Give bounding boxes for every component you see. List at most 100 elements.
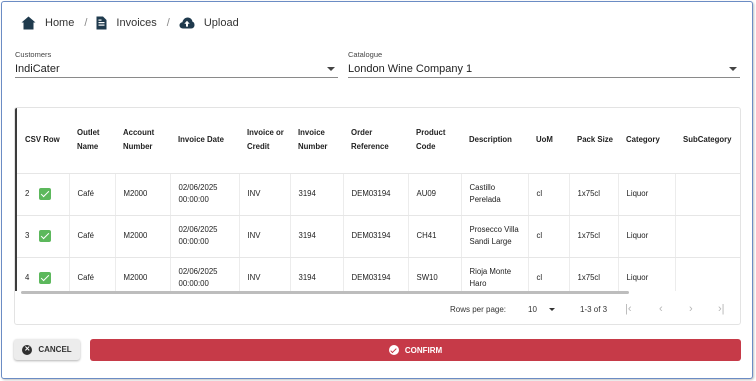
horizontal-scrollbar[interactable]: [21, 291, 629, 294]
table-cell: cl: [527, 257, 569, 291]
table-cell: Café: [68, 173, 115, 216]
column-header[interactable]: Category: [618, 108, 675, 174]
column-header[interactable]: Outlet Name: [69, 108, 115, 174]
table-cell: 02/06/2025 00:00:00: [169, 257, 239, 291]
table-cell: 3194: [289, 173, 343, 216]
table-cell: cl: [527, 173, 569, 216]
pagination-range: 1-3 of 3: [580, 305, 608, 314]
table-cell: CH41: [407, 215, 461, 258]
column-header[interactable]: Description: [461, 108, 528, 174]
customers-select[interactable]: Customers IndiCater: [15, 50, 338, 78]
confirm-button[interactable]: CONFIRM: [90, 339, 741, 361]
rows-per-page-label: Rows per page:: [450, 305, 507, 314]
csv-row-cell: 4: [17, 257, 69, 291]
pagination: Rows per page: 10 1-3 of 3 |‹ ‹ › ›|: [15, 300, 740, 322]
table-cell: INV: [238, 173, 290, 216]
next-page-icon[interactable]: ›: [689, 303, 693, 315]
invoice-table-card: CSV Row Outlet Name Account Number Invoi…: [14, 107, 741, 325]
column-header[interactable]: Product Code: [408, 108, 461, 174]
table-cell: M2000: [114, 257, 170, 291]
table-cell: Liquor: [617, 215, 675, 258]
catalogue-select-value: London Wine Company 1: [348, 63, 473, 75]
chevron-down-icon[interactable]: [549, 308, 555, 311]
breadcrumb-invoices-label: Invoices: [116, 17, 157, 29]
table-cell: 1x75cl: [568, 257, 618, 291]
column-header[interactable]: Invoice Date: [170, 108, 239, 174]
table-row: 4 Café M2000 02/06/2025 00:00:00 INV 319…: [17, 257, 740, 291]
cancel-button-label: CANCEL: [38, 345, 72, 354]
table-row: 3 Café M2000 02/06/2025 00:00:00 INV 319…: [17, 215, 740, 258]
row-checkbox[interactable]: [39, 187, 51, 200]
customers-select-value: IndiCater: [15, 63, 60, 75]
csv-row-cell: 2: [17, 173, 69, 216]
table-cell: [674, 257, 740, 291]
column-header[interactable]: CSV Row: [17, 108, 69, 174]
cloud-upload-icon: [179, 17, 195, 29]
column-header[interactable]: Order Reference: [343, 108, 408, 174]
invoice-icon: [96, 16, 107, 30]
breadcrumb-separator: /: [166, 17, 170, 29]
table-cell: Prosecco Villa Sandi Large: [460, 215, 528, 258]
table-cell: INV: [238, 257, 290, 291]
catalogue-select-label: Catalogue: [348, 50, 383, 59]
column-header[interactable]: Account Number: [115, 108, 170, 174]
column-header[interactable]: UoM: [528, 108, 569, 174]
table-cell: Rioja Monte Haro: [460, 257, 528, 291]
table-header-row: CSV Row Outlet Name Account Number Invoi…: [17, 108, 740, 174]
check-circle-icon: [388, 345, 399, 355]
table-cell: 1x75cl: [568, 215, 618, 258]
table-cell: [674, 173, 740, 216]
table-cell: Café: [68, 215, 115, 258]
breadcrumb-separator: /: [84, 17, 88, 29]
table-cell: Liquor: [617, 173, 675, 216]
table-cell: INV: [238, 215, 290, 258]
csv-row-number: 4: [25, 273, 30, 283]
rows-per-page-select[interactable]: 10: [528, 305, 537, 314]
column-header[interactable]: SubCategory: [675, 108, 740, 174]
cancel-button[interactable]: ✕ CANCEL: [14, 339, 80, 360]
table-cell: [674, 215, 740, 258]
table-cell: cl: [527, 215, 569, 258]
invoice-lines-table: CSV Row Outlet Name Account Number Invoi…: [17, 108, 740, 291]
last-page-icon[interactable]: ›|: [718, 303, 725, 315]
table-cell: M2000: [114, 215, 170, 258]
breadcrumb-invoices[interactable]: Invoices: [96, 16, 157, 30]
table-row: 2 Café M2000 02/06/2025 00:00:00 INV 319…: [17, 173, 740, 216]
breadcrumb: Home / Invoices / Upload: [21, 14, 239, 32]
column-header[interactable]: Invoice Number: [290, 108, 343, 174]
csv-row-cell: 3: [17, 215, 69, 258]
table-cell: 3194: [289, 215, 343, 258]
dropdown-arrow-icon[interactable]: [729, 67, 737, 71]
table-cell: 3194: [289, 257, 343, 291]
table-scroll-area[interactable]: CSV Row Outlet Name Account Number Invoi…: [17, 108, 740, 291]
confirm-button-label: CONFIRM: [404, 345, 443, 355]
row-checkbox[interactable]: [39, 229, 51, 242]
dropdown-arrow-icon[interactable]: [327, 67, 335, 71]
breadcrumb-upload-label: Upload: [203, 17, 239, 29]
csv-row-number: 2: [25, 189, 30, 199]
close-circle-icon: ✕: [22, 344, 33, 355]
customers-select-label: Customers: [15, 50, 52, 59]
previous-page-icon[interactable]: ‹: [659, 303, 663, 315]
app-frame: Home / Invoices / Upload Customers IndiC…: [1, 1, 753, 379]
table-cell: DEM03194: [342, 215, 408, 258]
csv-row-number: 3: [25, 231, 30, 241]
catalogue-select[interactable]: Catalogue London Wine Company 1: [348, 50, 740, 78]
table-cell: 1x75cl: [568, 173, 618, 216]
table-cell: Liquor: [617, 257, 675, 291]
table-cell: 02/06/2025 00:00:00: [169, 173, 239, 216]
breadcrumb-upload: Upload: [179, 17, 239, 29]
breadcrumb-home-label: Home: [45, 17, 75, 29]
table-cell: Café: [68, 257, 115, 291]
column-header[interactable]: Invoice or Credit: [239, 108, 290, 174]
table-cell: DEM03194: [342, 173, 408, 216]
row-checkbox[interactable]: [39, 271, 51, 284]
first-page-icon[interactable]: |‹: [625, 303, 632, 315]
breadcrumb-home[interactable]: Home: [21, 16, 74, 30]
column-header[interactable]: Pack Size: [569, 108, 618, 174]
home-icon: [21, 16, 36, 30]
table-cell: DEM03194: [342, 257, 408, 291]
table-cell: 02/06/2025 00:00:00: [169, 215, 239, 258]
table-cell: AU09: [407, 173, 461, 216]
table-cell: M2000: [114, 173, 170, 216]
